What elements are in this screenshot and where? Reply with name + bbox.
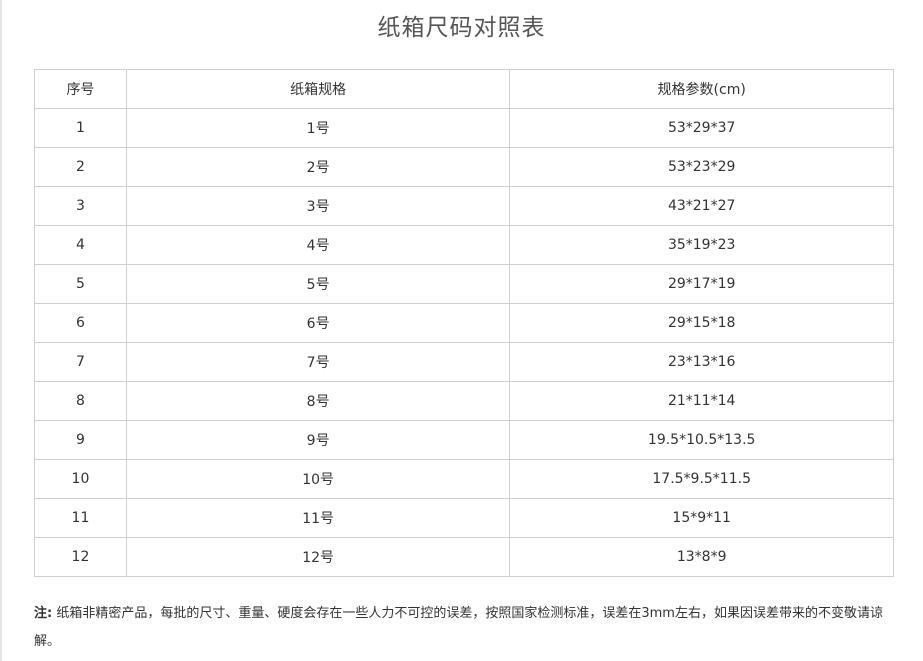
- cell-index: 1: [34, 108, 127, 148]
- table-row: 11 11号 15*9*11: [34, 498, 894, 538]
- cell-dimensions: 53*23*29: [509, 147, 894, 187]
- cell-dimensions: 43*21*27: [509, 186, 894, 226]
- cell-index: 8: [34, 381, 127, 421]
- header-index: 序号: [34, 69, 127, 109]
- table-row: 7 7号 23*13*16: [34, 342, 894, 382]
- cell-dimensions: 15*9*11: [509, 498, 894, 538]
- cell-spec: 4号: [125, 225, 511, 265]
- table-row: 6 6号 29*15*18: [34, 303, 894, 343]
- header-dimensions: 规格参数(cm): [509, 69, 894, 109]
- table-row: 3 3号 43*21*27: [34, 186, 894, 226]
- cell-index: 9: [34, 420, 127, 460]
- table-row: 12 12号 13*8*9: [34, 537, 894, 577]
- cell-spec: 2号: [125, 147, 511, 187]
- table-row: 1 1号 53*29*37: [34, 108, 894, 148]
- note-label: 注:: [34, 606, 53, 621]
- cell-spec: 3号: [125, 186, 511, 226]
- cell-spec: 8号: [125, 381, 511, 421]
- cell-dimensions: 29*15*18: [509, 303, 894, 343]
- cell-spec: 12号: [125, 537, 511, 577]
- carton-size-table: 序号 纸箱规格 规格参数(cm) 1 1号 53*29*37 2 2号 53*23*29 3…: [34, 69, 894, 577]
- table-row: 10 10号 17.5*9.5*11.5: [34, 459, 894, 499]
- cell-spec: 11号: [125, 498, 511, 538]
- cell-dimensions: 13*8*9: [509, 537, 894, 577]
- cell-spec: 5号: [125, 264, 511, 304]
- cell-index: 7: [34, 342, 127, 382]
- cell-index: 5: [34, 264, 127, 304]
- cell-spec: 6号: [125, 303, 511, 343]
- cell-dimensions: 29*17*19: [509, 264, 894, 304]
- note: 注: 纸箱非精密产品，每批的尺寸、重量、硬度会存在一些人力不可控的误差，按照国家…: [34, 600, 894, 656]
- cell-spec: 1号: [125, 108, 511, 148]
- cell-spec: 10号: [125, 459, 511, 499]
- cell-index: 4: [34, 225, 127, 265]
- cell-index: 3: [34, 186, 127, 226]
- table-row: 2 2号 53*23*29: [34, 147, 894, 187]
- cell-dimensions: 17.5*9.5*11.5: [509, 459, 894, 499]
- cell-dimensions: 35*19*23: [509, 225, 894, 265]
- cell-dimensions: 21*11*14: [509, 381, 894, 421]
- cell-dimensions: 19.5*10.5*13.5: [509, 420, 894, 460]
- cell-spec: 9号: [125, 420, 511, 460]
- table-row: 4 4号 35*19*23: [34, 225, 894, 265]
- table-row: 8 8号 21*11*14: [34, 381, 894, 421]
- page-title: 纸箱尺码对照表: [377, 15, 546, 41]
- header-spec: 纸箱规格: [125, 69, 511, 109]
- table-header-row: 序号 纸箱规格 规格参数(cm): [34, 69, 894, 109]
- cell-index: 11: [34, 498, 127, 538]
- table-row: 5 5号 29*17*19: [34, 264, 894, 304]
- cell-index: 12: [34, 537, 127, 577]
- cell-index: 2: [34, 147, 127, 187]
- left-border: [0, 0, 2, 661]
- cell-dimensions: 23*13*16: [509, 342, 894, 382]
- cell-dimensions: 53*29*37: [509, 108, 894, 148]
- note-text: 纸箱非精密产品，每批的尺寸、重量、硬度会存在一些人力不可控的误差，按照国家检测标…: [34, 606, 883, 649]
- cell-index: 10: [34, 459, 127, 499]
- cell-index: 6: [34, 303, 127, 343]
- table-row: 9 9号 19.5*10.5*13.5: [34, 420, 894, 460]
- cell-spec: 7号: [125, 342, 511, 382]
